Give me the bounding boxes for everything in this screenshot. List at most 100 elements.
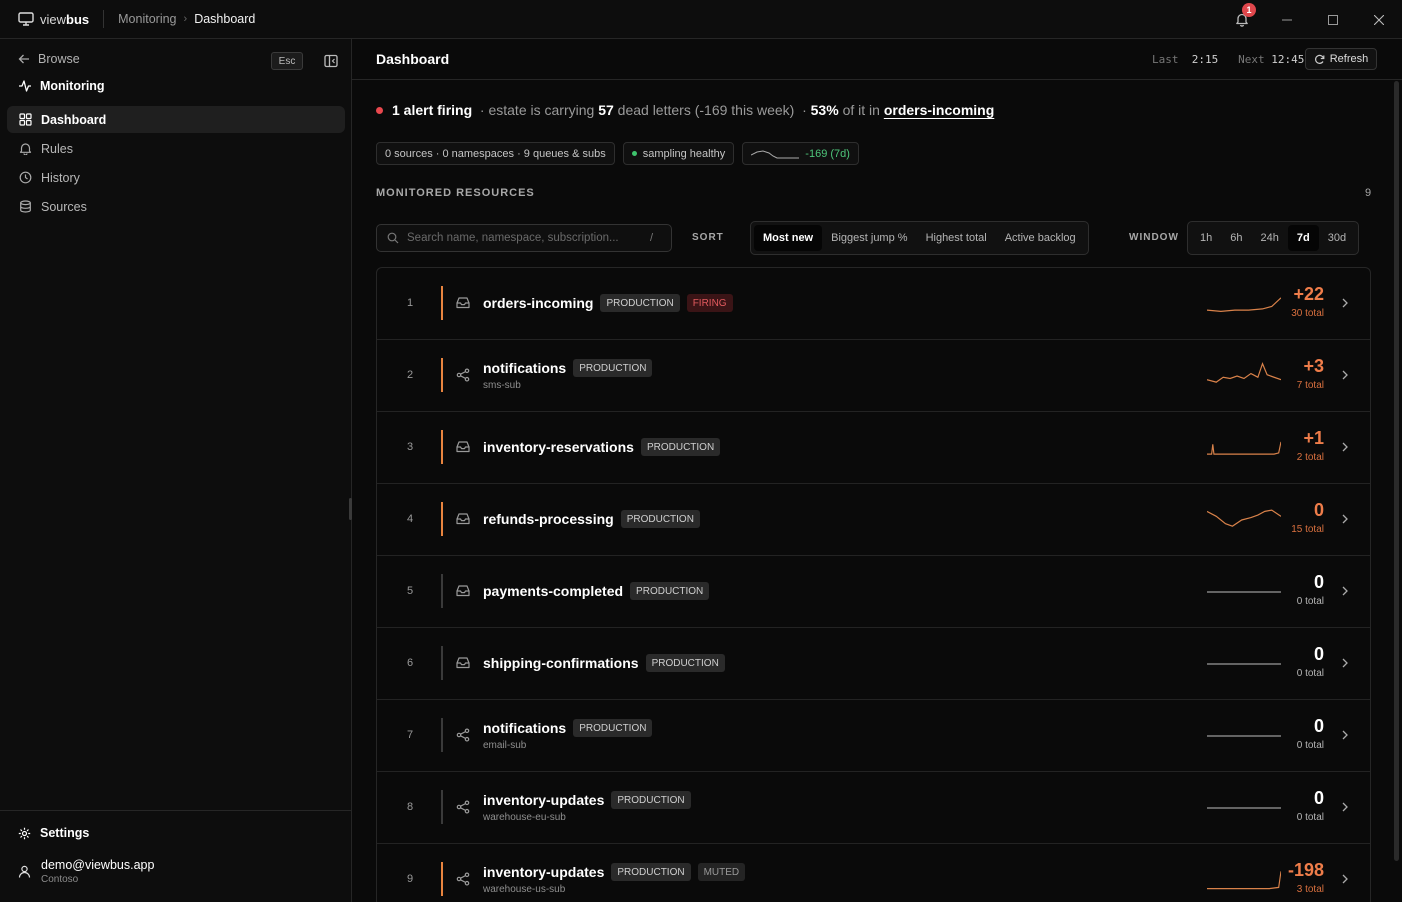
refresh-timers: Last 2:15 Next 12:45 <box>1152 53 1305 66</box>
window-1h[interactable]: 1h <box>1191 225 1221 251</box>
sort-highest-total[interactable]: Highest total <box>917 225 996 251</box>
summary-chips: 0 sources · 0 namespaces · 9 queues & su… <box>376 142 859 165</box>
table-row[interactable]: 5 payments-completed PRODUCTION 0 0 total <box>377 556 1370 628</box>
esc-key-hint[interactable]: Esc <box>271 52 303 70</box>
row-delta: 0 0 total <box>1297 644 1324 679</box>
user-account[interactable]: demo@viewbus.app Contoso <box>18 858 154 885</box>
row-title: refunds-processing PRODUCTION <box>483 510 700 528</box>
trend-chip: -169 (7d) <box>742 142 859 165</box>
sidebar-nav: Dashboard Rules History Sources <box>7 106 345 222</box>
delta-value: 0 <box>1313 644 1324 664</box>
row-title: inventory-reservations PRODUCTION <box>483 438 721 456</box>
sidebar-item-dashboard[interactable]: Dashboard <box>7 106 345 133</box>
chevron-right-icon <box>1342 802 1348 812</box>
refresh-button[interactable]: Refresh <box>1305 48 1377 70</box>
delta-value: 0 <box>1313 500 1324 520</box>
resource-count: 9 <box>1365 187 1372 199</box>
table-row[interactable]: 7 notifications PRODUCTION email-sub 0 0 tota… <box>377 700 1370 772</box>
row-index: 1 <box>407 297 414 309</box>
inventory-chip: 0 sources · 0 namespaces · 9 queues & su… <box>376 142 615 165</box>
environment-badge: PRODUCTION <box>573 719 653 737</box>
window-24h[interactable]: 24h <box>1252 225 1288 251</box>
share-icon <box>456 728 470 742</box>
resource-name: payments-completed <box>483 583 624 599</box>
chevron-right-icon: › <box>183 13 188 25</box>
top-resource-link[interactable]: orders-incoming <box>884 102 994 118</box>
table-row[interactable]: 2 notifications PRODUCTION sms-sub +3 7 total <box>377 340 1370 412</box>
muted-badge: MUTED <box>697 863 746 881</box>
total-value: 0 total <box>1296 668 1324 679</box>
row-title: notifications PRODUCTION <box>483 719 653 737</box>
table-row[interactable]: 4 refunds-processing PRODUCTION 0 15 total <box>377 484 1370 556</box>
minimize-button[interactable] <box>1264 0 1310 39</box>
table-row[interactable]: 6 shipping-confirmations PRODUCTION 0 0 tota… <box>377 628 1370 700</box>
close-button[interactable] <box>1356 0 1402 39</box>
title-separator <box>103 10 105 28</box>
sidebar-item-history[interactable]: History <box>7 164 345 191</box>
row-index: 9 <box>407 873 414 885</box>
row-delta: +22 30 total <box>1291 284 1324 319</box>
alert-count-text: 1 alert firing <box>392 102 473 118</box>
delta-value: +3 <box>1303 356 1324 376</box>
table-row[interactable]: 9 inventory-updates PRODUCTION MUTED warehou… <box>377 844 1370 902</box>
page-header: Dashboard Last 2:15 Next 12:45 Refresh <box>352 39 1402 80</box>
row-delta: +3 7 total <box>1297 356 1324 391</box>
environment-badge: PRODUCTION <box>611 791 691 809</box>
bell-icon <box>19 143 32 155</box>
resource-name: inventory-updates <box>483 792 605 808</box>
row-sparkline <box>1207 735 1281 737</box>
row-index: 2 <box>407 369 414 381</box>
row-index: 5 <box>407 585 414 597</box>
notification-badge: 1 <box>1242 3 1256 17</box>
total-value: 0 total <box>1296 596 1324 607</box>
clock-icon <box>19 171 32 184</box>
window-30d[interactable]: 30d <box>1319 225 1355 251</box>
search-input[interactable] <box>407 232 642 244</box>
main-scrollbar[interactable] <box>1394 81 1399 861</box>
sidebar-item-rules[interactable]: Rules <box>7 135 345 162</box>
delta-value: +22 <box>1293 284 1324 304</box>
last-refresh-value: 2:15 <box>1191 53 1219 66</box>
row-title: inventory-updates PRODUCTION MUTED <box>483 863 746 881</box>
row-delta: 0 0 total <box>1297 572 1324 607</box>
title-bar: viewbus Monitoring › Dashboard 1 <box>0 0 1402 39</box>
chevron-right-icon <box>1342 442 1348 452</box>
delta-value: -198 <box>1287 860 1324 880</box>
window-7d[interactable]: 7d <box>1287 225 1319 251</box>
sidebar-item-settings[interactable]: Settings <box>18 826 89 840</box>
row-sparkline <box>1207 807 1281 809</box>
sort-active-backlog[interactable]: Active backlog <box>996 225 1085 251</box>
total-value: 7 total <box>1296 380 1324 391</box>
row-delta: +1 2 total <box>1297 428 1324 463</box>
row-delta: 0 0 total <box>1297 788 1324 823</box>
table-row[interactable]: 3 inventory-reservations PRODUCTION +1 2 tot… <box>377 412 1370 484</box>
sort-most-new[interactable]: Most new <box>754 225 823 251</box>
sort-biggest-jump[interactable]: Biggest jump % <box>822 225 916 251</box>
environment-badge: PRODUCTION <box>620 510 700 528</box>
row-status-bar <box>441 286 443 320</box>
notifications-button[interactable]: 1 <box>1222 0 1262 39</box>
sidebar-collapse-icon[interactable] <box>323 53 339 69</box>
window-6h[interactable]: 6h <box>1221 225 1251 251</box>
table-row[interactable]: 1 orders-incoming PRODUCTION FIRING +22 30 to… <box>377 268 1370 340</box>
resource-name: notifications <box>483 720 567 736</box>
sidebar-item-sources[interactable]: Sources <box>7 193 345 220</box>
delta-value: 0 <box>1313 716 1324 736</box>
row-delta: 0 0 total <box>1297 716 1324 751</box>
resource-name: inventory-reservations <box>483 439 634 455</box>
delta-value: 0 <box>1313 788 1324 808</box>
window-label: WINDOW <box>1129 232 1179 243</box>
sidebar-back-browse[interactable]: Browse <box>18 52 80 66</box>
breadcrumb-monitoring[interactable]: Monitoring <box>118 12 176 26</box>
share-icon <box>456 872 470 886</box>
section-title: MONITORED RESOURCES <box>376 187 535 199</box>
maximize-button[interactable] <box>1310 0 1356 39</box>
app-name: viewbus <box>40 11 90 27</box>
alert-summary: 1 alert firing · estate is carrying 57 d… <box>376 102 994 118</box>
table-row[interactable]: 8 inventory-updates PRODUCTION warehouse-eu… <box>377 772 1370 844</box>
trend-sparkline <box>751 149 800 158</box>
subscription-name: warehouse-us-sub <box>483 884 566 895</box>
next-refresh-value: 12:45 <box>1271 53 1305 66</box>
row-title: payments-completed PRODUCTION <box>483 582 710 600</box>
main-content: Dashboard Last 2:15 Next 12:45 Refresh 1… <box>352 39 1402 902</box>
